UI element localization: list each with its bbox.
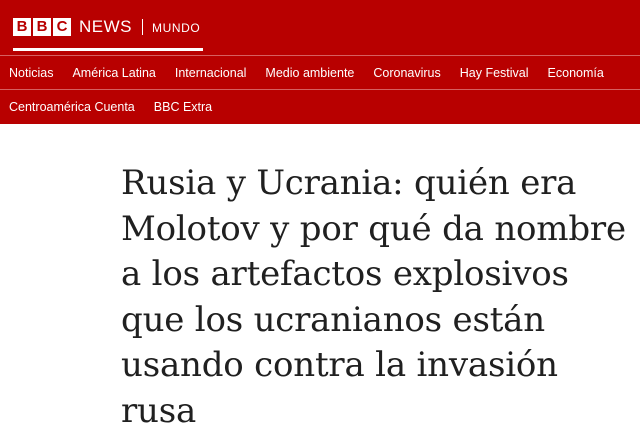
site-header: B B C NEWS MUNDO Noticias América Latina… <box>0 0 640 124</box>
section-label[interactable]: MUNDO <box>152 21 200 35</box>
article-headline: Rusia y Ucrania: quién era Molotov y por… <box>121 163 626 431</box>
bbc-logo-block: B <box>33 18 51 36</box>
nav-item-bbc-extra[interactable]: BBC Extra <box>154 99 212 115</box>
bbc-logo[interactable]: B B C <box>13 18 71 36</box>
secondary-nav: Centroamérica Cuenta BBC Extra <box>9 99 212 115</box>
nav-item-centroamerica-cuenta[interactable]: Centroamérica Cuenta <box>9 99 135 115</box>
brand-bar: B B C NEWS MUNDO <box>0 0 640 52</box>
nav-item-noticias[interactable]: Noticias <box>9 65 53 81</box>
nav-item-hay-festival[interactable]: Hay Festival <box>460 65 529 81</box>
home-active-indicator <box>13 48 203 51</box>
nav-item-medio-ambiente[interactable]: Medio ambiente <box>265 65 354 81</box>
bbc-logo-block: C <box>53 18 71 36</box>
nav-item-internacional[interactable]: Internacional <box>175 65 247 81</box>
bbc-logo-block: B <box>13 18 31 36</box>
nav-item-economia[interactable]: Economía <box>548 65 604 81</box>
nav-divider <box>0 89 640 90</box>
brand-divider <box>142 19 143 35</box>
news-label[interactable]: NEWS <box>79 17 132 37</box>
primary-nav: Noticias América Latina Internacional Me… <box>9 65 604 81</box>
nav-item-america-latina[interactable]: América Latina <box>72 65 155 81</box>
nav-item-coronavirus[interactable]: Coronavirus <box>373 65 440 81</box>
nav-divider <box>0 55 640 56</box>
